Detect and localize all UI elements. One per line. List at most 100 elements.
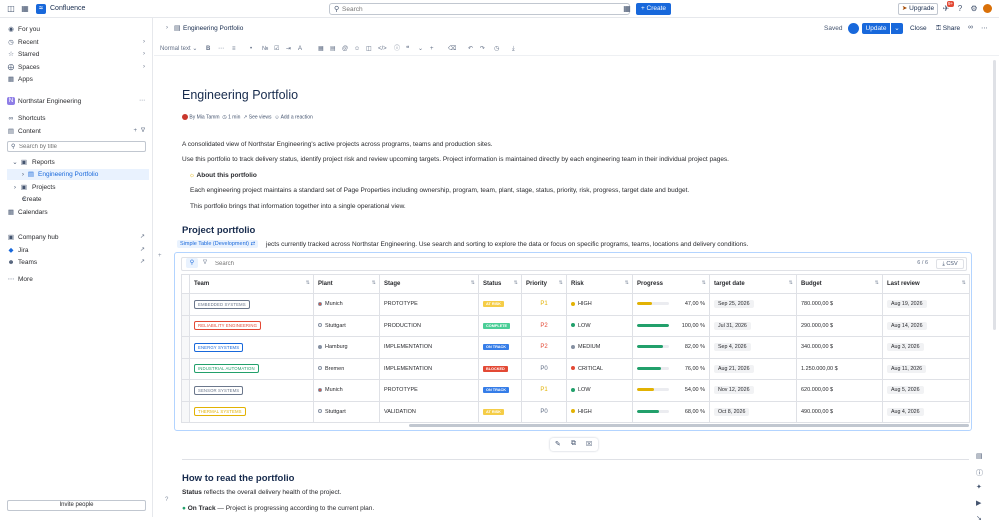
- collapse-icon[interactable]: ↘: [976, 514, 982, 522]
- target-date-chip[interactable]: Jul 31, 2026: [714, 321, 751, 330]
- user-avatar[interactable]: [983, 4, 992, 13]
- table-row[interactable]: THERMAL SYSTEMS Stuttgart VALIDATION AT RIS…: [181, 400, 970, 423]
- target-date-chip[interactable]: Nov 12, 2026: [714, 386, 754, 395]
- sidebar-item-apps[interactable]: ▦ Apps: [0, 74, 153, 85]
- page-scrollbar[interactable]: [993, 60, 996, 330]
- collaborator-avatar[interactable]: [848, 23, 859, 34]
- confluence-logo-icon[interactable]: ≈: [36, 4, 46, 14]
- target-date-chip[interactable]: Oct 8, 2026: [714, 407, 750, 416]
- more-actions-icon[interactable]: ⋯: [981, 24, 988, 32]
- last-review-chip[interactable]: Aug 3, 2026: [887, 343, 924, 352]
- filter-icon[interactable]: ∇: [141, 126, 145, 137]
- sort-icon[interactable]: ⇅: [962, 280, 966, 286]
- edit-icon[interactable]: ✎: [555, 440, 561, 448]
- sidebar-item-more[interactable]: ⋯ More: [0, 274, 153, 285]
- target-date-chip[interactable]: Sep 4, 2026: [714, 343, 751, 352]
- sidebar-item-for-you[interactable]: ◉ For you: [0, 24, 153, 35]
- add-reaction-button[interactable]: Add a reaction: [281, 114, 313, 120]
- copy-icon[interactable]: ⧉: [571, 440, 576, 448]
- indent-icon[interactable]: ⇥: [286, 45, 291, 53]
- sidebar-item-teams[interactable]: ☻ Teams ↗: [0, 257, 153, 268]
- copy-link-icon[interactable]: ∞: [968, 24, 973, 31]
- tree-item-projects[interactable]: › ▣ Projects: [0, 182, 153, 193]
- settings-gear-icon[interactable]: ⚙: [969, 4, 979, 14]
- sort-icon[interactable]: ⇅: [514, 280, 518, 286]
- more-formatting-icon[interactable]: ⋯: [218, 45, 224, 53]
- add-icon[interactable]: +: [133, 126, 137, 137]
- last-review-chip[interactable]: Aug 11, 2026: [887, 364, 927, 373]
- table-row[interactable]: ENERGY SYSTEMS Hamburg IMPLEMENTATION ON TR…: [181, 336, 970, 359]
- row-handle[interactable]: [181, 400, 190, 423]
- sort-icon[interactable]: ⇅: [471, 280, 475, 286]
- target-date-chip[interactable]: Aug 21, 2026: [714, 364, 754, 373]
- bold-icon[interactable]: B: [206, 45, 210, 53]
- table-row[interactable]: EMBEDDED SYSTEMS Munich PROTOTYPE AT RISK P1…: [181, 293, 970, 316]
- share-button[interactable]: ⚿ Share: [936, 25, 960, 33]
- grid-icon[interactable]: ▦: [622, 4, 632, 14]
- tree-item-create[interactable]: + Create: [0, 194, 153, 205]
- expand-icon[interactable]: ⌄: [418, 45, 423, 53]
- upgrade-button[interactable]: ➤ Upgrade: [898, 3, 938, 15]
- table-search-input[interactable]: [215, 259, 815, 269]
- more-options-icon[interactable]: ⋯: [139, 96, 145, 107]
- row-handle[interactable]: [181, 293, 190, 316]
- row-handle[interactable]: [181, 314, 190, 337]
- sidebar-item-calendars[interactable]: ▦ Calendars: [0, 207, 153, 218]
- table-search[interactable]: ⚲ ∇ 6 / 6 ⤓ CSV: [181, 257, 967, 271]
- app-switcher-icon[interactable]: ▦: [20, 4, 30, 14]
- filter-icon[interactable]: ∇: [203, 259, 207, 266]
- column-header-target-date[interactable]: target date ⇅: [709, 274, 797, 294]
- help-icon[interactable]: ?: [955, 4, 965, 14]
- table-icon[interactable]: ▦: [318, 45, 324, 53]
- align-icon[interactable]: ≡: [232, 45, 236, 53]
- sort-icon[interactable]: ⇅: [306, 280, 310, 286]
- help-circle-icon[interactable]: ?: [165, 497, 168, 503]
- column-header-priority[interactable]: Priority ⇅: [521, 274, 567, 294]
- text-color-icon[interactable]: A: [298, 45, 302, 53]
- update-options-chevron-icon[interactable]: ⌄: [891, 23, 903, 34]
- column-header-progress[interactable]: Progress ⇅: [632, 274, 710, 294]
- history-icon[interactable]: ◷: [494, 45, 499, 53]
- info-icon[interactable]: ⓘ: [976, 468, 983, 478]
- drag-handle-icon[interactable]: +: [158, 253, 162, 259]
- space-header[interactable]: N Northstar Engineering ⋯: [0, 96, 153, 107]
- sidebar-item-recent[interactable]: ◷ Recent ›: [0, 37, 153, 48]
- content-filter[interactable]: ⚲: [7, 141, 146, 152]
- comments-icon[interactable]: ▤: [976, 452, 983, 460]
- column-header-last-review[interactable]: Last review ⇅: [882, 274, 970, 294]
- column-header-team[interactable]: Team ⇅: [189, 274, 314, 294]
- text-style-dropdown[interactable]: Normal text ⌄: [160, 45, 197, 53]
- sort-icon[interactable]: ⇅: [372, 280, 376, 286]
- row-handle[interactable]: [181, 357, 190, 380]
- row-handle[interactable]: [181, 336, 190, 359]
- global-search-input[interactable]: [342, 4, 622, 14]
- info-panel-icon[interactable]: ⓘ: [394, 45, 400, 53]
- download-icon[interactable]: ⤓: [512, 45, 515, 53]
- tree-item-engineering-portfolio[interactable]: › ▤ Engineering Portfolio: [7, 169, 149, 180]
- sidebar-item-content[interactable]: ▤ Content + ∇: [0, 126, 153, 137]
- sort-icon[interactable]: ⇅: [875, 280, 879, 286]
- column-header-stage[interactable]: Stage ⇅: [379, 274, 479, 294]
- global-search[interactable]: ⚲: [329, 3, 630, 15]
- sidebar-item-jira[interactable]: ◆ Jira ↗: [0, 245, 153, 256]
- insert-icon[interactable]: +: [430, 45, 434, 53]
- redo-icon[interactable]: ↷: [480, 45, 485, 53]
- last-review-chip[interactable]: Aug 4, 2026: [887, 407, 924, 416]
- ai-icon[interactable]: ✦: [976, 483, 982, 491]
- chevron-right-icon[interactable]: ›: [166, 25, 168, 31]
- numbered-list-icon[interactable]: №: [262, 45, 268, 53]
- delete-icon[interactable]: ☒: [586, 440, 592, 448]
- task-list-icon[interactable]: ☑: [274, 45, 279, 53]
- macro-label[interactable]: Simple Table (Development) ⇄: [177, 240, 259, 248]
- update-button[interactable]: Update: [862, 23, 890, 34]
- sort-icon[interactable]: ⇅: [789, 280, 793, 286]
- see-views-link[interactable]: See views: [249, 114, 272, 120]
- column-header-plant[interactable]: Plant ⇅: [313, 274, 380, 294]
- sort-icon[interactable]: ⇅: [625, 280, 629, 286]
- sort-icon[interactable]: ⇅: [559, 280, 563, 286]
- sidebar-item-shortcuts[interactable]: ∞ Shortcuts: [0, 113, 153, 124]
- mention-icon[interactable]: @: [342, 45, 348, 53]
- invite-people-button[interactable]: Invite people: [7, 500, 146, 511]
- csv-export-button[interactable]: ⤓ CSV: [936, 259, 964, 269]
- eraser-icon[interactable]: ⌫: [448, 45, 456, 53]
